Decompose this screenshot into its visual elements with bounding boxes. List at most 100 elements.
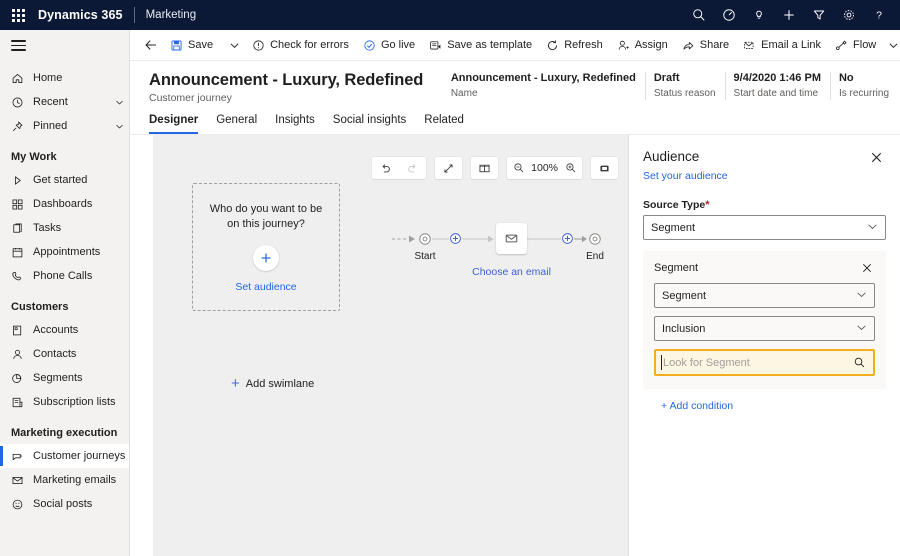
sidebar-item-get-started[interactable]: Get started (0, 168, 129, 192)
end-node[interactable]: End (588, 232, 602, 246)
set-audience-card[interactable]: Who do you want to be on this journey? S… (192, 183, 340, 311)
tab-general[interactable]: General (216, 113, 266, 134)
sidebar-item-pinned[interactable]: Pinned (0, 114, 129, 138)
sidebar-item-customer-journeys[interactable]: Customer journeys (0, 444, 129, 468)
audience-panel: Audience Set your audience Source Type* … (628, 135, 900, 556)
sidebar-item-label: Phone Calls (33, 270, 129, 282)
add-tile-icon[interactable] (449, 232, 462, 245)
filter-icon[interactable] (804, 0, 834, 30)
header-field-status-reason: Draft Status reason (645, 71, 725, 104)
brand-divider (134, 7, 135, 23)
site-map-toggle-icon[interactable] (0, 30, 129, 61)
segment-lookup-field[interactable]: Look for Segment (654, 349, 875, 376)
close-icon[interactable] (867, 148, 886, 167)
refresh-button[interactable]: Refresh (539, 30, 610, 61)
sidebar-item-home[interactable]: Home (0, 66, 129, 90)
share-button[interactable]: Share (675, 30, 736, 61)
sidebar-item-accounts[interactable]: Accounts (0, 318, 129, 342)
segment-type-select[interactable]: Segment (654, 283, 875, 308)
lightbulb-icon[interactable] (744, 0, 774, 30)
segments-icon (11, 372, 33, 385)
add-condition-link[interactable]: + Add condition (661, 400, 886, 412)
check-for-errors-button[interactable]: Check for errors (245, 30, 356, 61)
tab-social-insights[interactable]: Social insights (333, 113, 416, 134)
add-icon[interactable] (774, 0, 804, 30)
flow-button[interactable]: Flow (828, 30, 883, 61)
email-tile[interactable]: Choose an email (496, 223, 527, 254)
tab-designer[interactable]: Designer (149, 113, 207, 134)
sidebar-item-social-posts[interactable]: Social posts (0, 492, 129, 516)
save-button[interactable]: Save (163, 30, 220, 61)
designer-canvas[interactable]: 100% (153, 135, 628, 556)
email-a-link-button[interactable]: Email a Link (736, 30, 828, 61)
set-audience-link[interactable]: Set audience (235, 281, 296, 293)
flow-connector (432, 233, 449, 245)
tab-related[interactable]: Related (424, 113, 473, 134)
sidebar-item-contacts[interactable]: Contacts (0, 342, 129, 366)
gear-icon[interactable] (834, 0, 864, 30)
email-tile-box[interactable] (496, 223, 527, 254)
end-node-label: End (586, 251, 604, 262)
start-node[interactable]: Start (418, 232, 432, 246)
zoom-out-icon[interactable] (509, 157, 528, 179)
tab-insights[interactable]: Insights (275, 113, 324, 134)
source-type-label: Source Type* (643, 199, 886, 211)
back-button[interactable] (139, 30, 163, 61)
start-node-icon (418, 232, 432, 246)
brand-bar-actions: ? (684, 0, 900, 30)
set-your-audience-link[interactable]: Set your audience (643, 170, 886, 182)
search-icon[interactable] (684, 0, 714, 30)
home-icon (11, 72, 33, 85)
fit-to-screen-icon[interactable] (591, 157, 618, 179)
header-field-is-recurring: No Is recurring (830, 71, 898, 104)
segment-mode-select[interactable]: Inclusion (654, 316, 875, 341)
chevron-down-icon[interactable] (109, 98, 129, 107)
flow-chevron-down-icon[interactable] (883, 30, 900, 61)
zoom-level[interactable]: 100% (528, 162, 561, 174)
segment-lookup-input[interactable]: Look for Segment (656, 351, 846, 374)
header-field-start-date: 9/4/2020 1:46 PM Start date and time (725, 71, 830, 104)
sidebar-item-label: Tasks (33, 222, 129, 234)
save-label: Save (188, 39, 213, 51)
save-options-chevron-down-icon[interactable] (224, 30, 245, 61)
calendar-icon (11, 246, 33, 259)
sidebar-item-dashboards[interactable]: Dashboards (0, 192, 129, 216)
mini-map-icon[interactable] (471, 157, 498, 179)
sidebar-item-subscription-lists[interactable]: Subscription lists (0, 390, 129, 414)
sidebar-item-appointments[interactable]: Appointments (0, 240, 129, 264)
flow-connector-arrow (462, 233, 496, 245)
app-launcher-icon[interactable] (0, 0, 36, 30)
help-icon[interactable]: ? (864, 0, 894, 30)
source-type-select[interactable]: Segment (643, 215, 886, 240)
sidebar-item-segments[interactable]: Segments (0, 366, 129, 390)
choose-an-email-link[interactable]: Choose an email (472, 266, 551, 278)
sidebar-item-tasks[interactable]: Tasks (0, 216, 129, 240)
sidebar-item-marketing-emails[interactable]: Marketing emails (0, 468, 129, 492)
undo-icon[interactable] (372, 157, 399, 179)
required-indicator: * (705, 199, 709, 211)
add-swimlane-button[interactable]: + Add swimlane (231, 376, 314, 391)
gauge-icon[interactable] (714, 0, 744, 30)
go-live-button[interactable]: Go live (356, 30, 422, 61)
sidebar-item-recent[interactable]: Recent (0, 90, 129, 114)
panel-title: Audience (643, 148, 699, 165)
product-name[interactable]: Dynamics 365 (36, 8, 123, 22)
plus-icon[interactable] (253, 245, 279, 271)
add-tile-icon[interactable] (561, 232, 574, 245)
app-name[interactable]: Marketing (146, 9, 197, 21)
chevron-down-icon[interactable] (109, 122, 129, 131)
command-bar: Save Check for errors Go live Save as te… (130, 30, 900, 61)
sidebar-group-title: My Work (0, 138, 129, 168)
expand-diagonal-icon[interactable] (435, 157, 462, 179)
assign-button[interactable]: Assign (610, 30, 675, 61)
header-field-value: 9/4/2020 1:46 PM (734, 71, 821, 86)
close-icon[interactable] (859, 260, 875, 276)
save-as-template-button[interactable]: Save as template (422, 30, 539, 61)
zoom-in-icon[interactable] (561, 157, 580, 179)
sidebar-item-phone-calls[interactable]: Phone Calls (0, 264, 129, 288)
sidebar-group-title: Customers (0, 288, 129, 318)
social-post-icon (11, 498, 33, 511)
flow-connector-dashed (392, 233, 418, 245)
search-icon[interactable] (846, 351, 873, 374)
account-icon (11, 324, 33, 337)
